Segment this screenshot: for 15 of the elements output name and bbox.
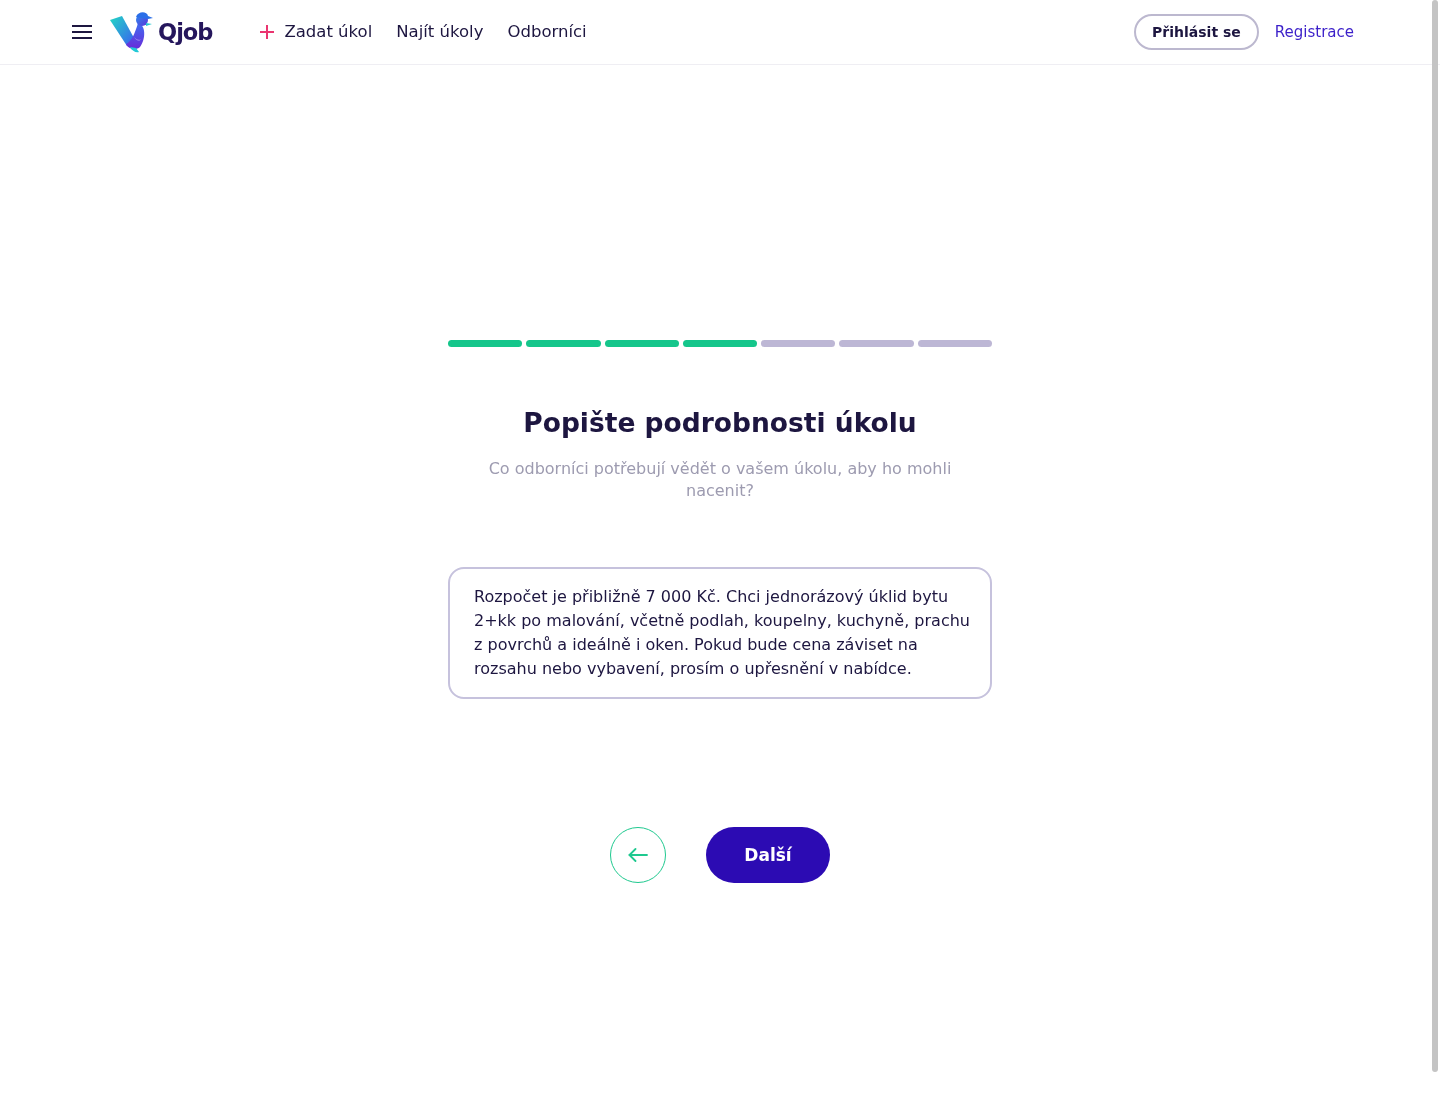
nav-link[interactable]: Najít úkoly — [396, 21, 484, 43]
left-arrow-icon — [628, 848, 648, 862]
scrollbar-thumb[interactable] — [1432, 0, 1438, 1072]
login-button[interactable]: Přihlásit se — [1134, 14, 1259, 50]
logo-wordmark[interactable]: Qjob — [158, 18, 213, 46]
register-link[interactable]: Registrace — [1274, 21, 1354, 43]
menu-icon[interactable] — [72, 25, 92, 39]
nav-link[interactable]: Zadat úkol — [260, 21, 373, 43]
next-button[interactable]: Další — [706, 827, 830, 883]
page-subtitle: Co odborníci potřebují vědět o vašem úkolu, aby ho mohli nacenit? — [487, 458, 953, 502]
nav-link[interactable]: Odborníci — [507, 21, 587, 43]
plus-icon — [260, 25, 275, 39]
description-text-area[interactable]: Rozpočet je přibližně 7 000 Kč. Chci jednorázový úklid bytu 2+kk po malování, včetně podlah, koupelny, kuchyně, prachu z povrchů a ideálně i oken. Pokud bude cena záviset na rozsahu nebo vybavení, prosím o upřesnění v nabídce. — [448, 567, 992, 699]
bird-logo-icon[interactable] — [110, 11, 154, 53]
page-heading: Popište podrobnosti úkolu — [522, 406, 918, 440]
